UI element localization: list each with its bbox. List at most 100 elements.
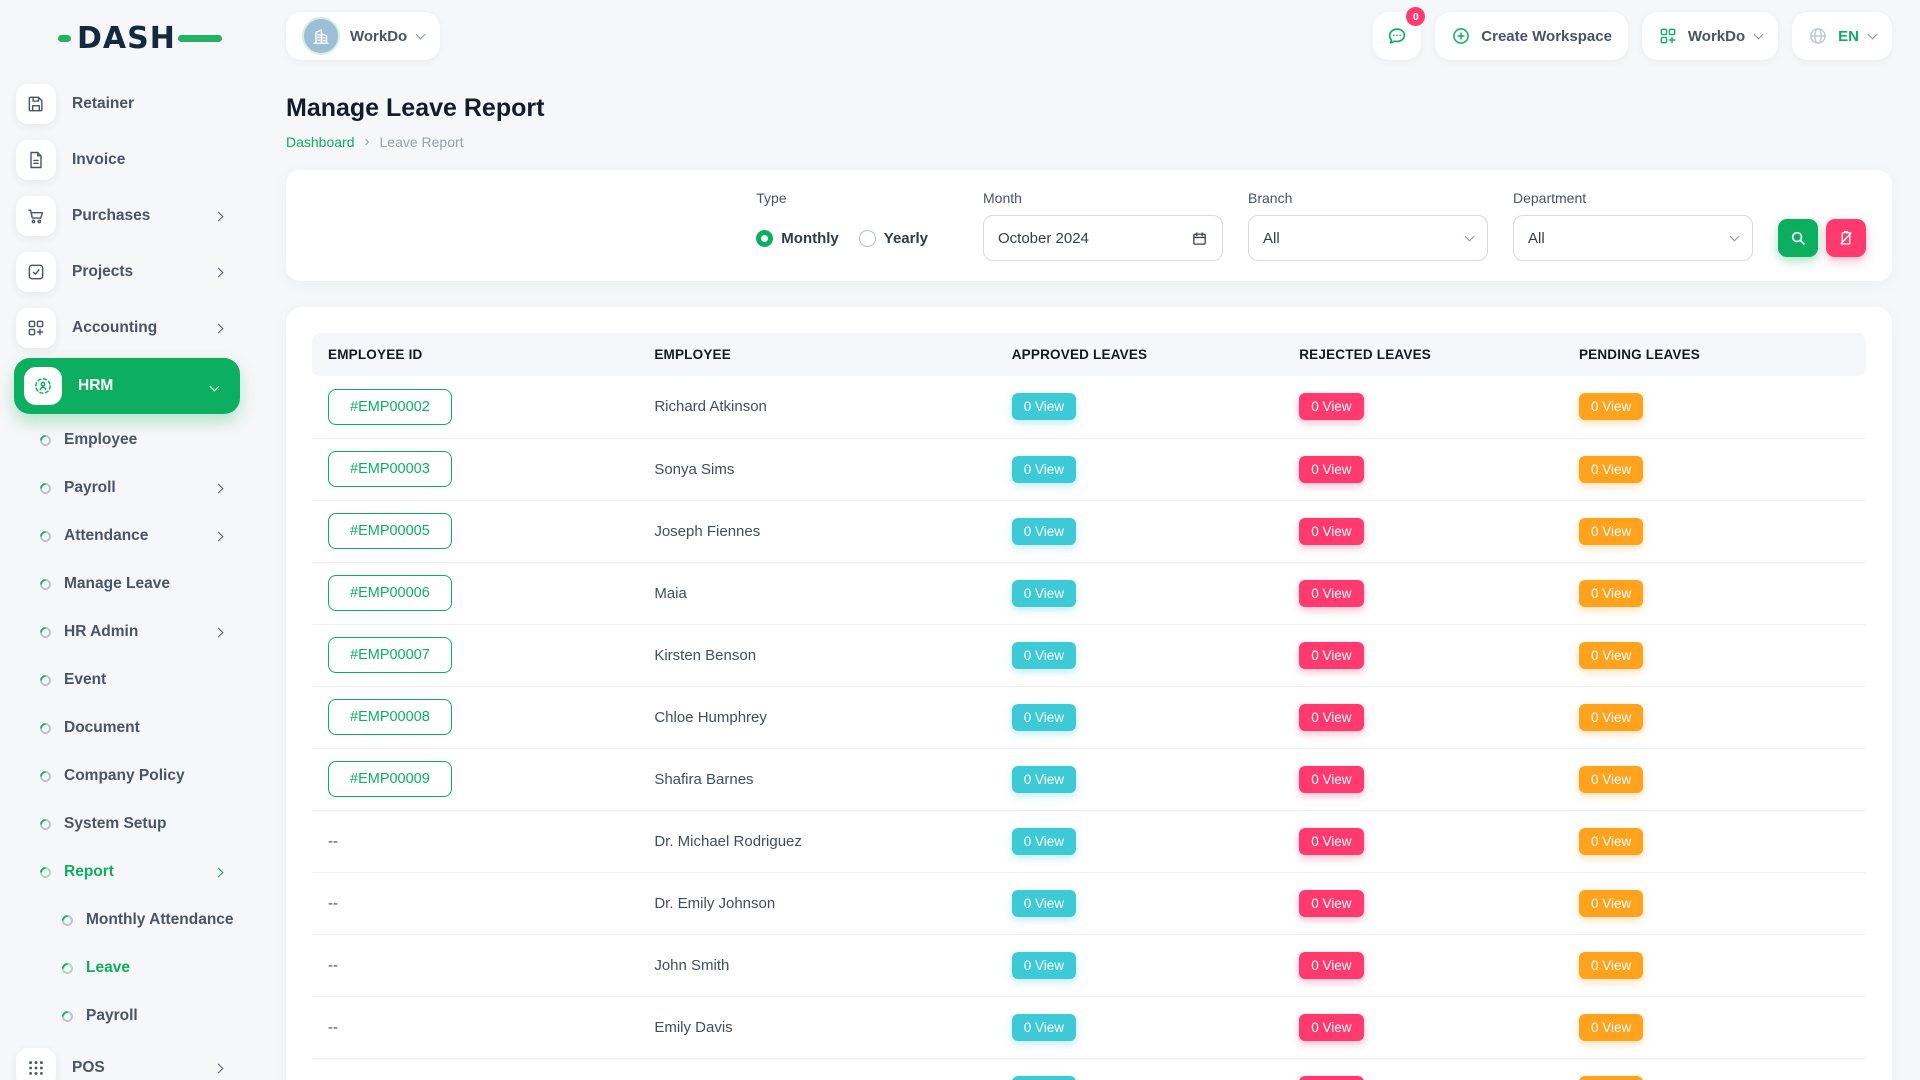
- sidebar-item[interactable]: POS: [0, 1040, 258, 1080]
- employee-id-badge[interactable]: #EMP00002: [328, 389, 452, 425]
- create-workspace-button[interactable]: Create Workspace: [1435, 12, 1628, 60]
- language-menu-button[interactable]: EN: [1792, 12, 1892, 60]
- employee-id-badge[interactable]: --: [328, 833, 338, 850]
- sidebar-item[interactable]: Event: [0, 656, 258, 704]
- approved-leaves-view-button[interactable]: 0 View: [1012, 1076, 1076, 1080]
- employee-id-badge[interactable]: --: [328, 957, 338, 974]
- app-root: DASH Retainer: [0, 0, 1920, 1080]
- employee-id-badge[interactable]: #EMP00005: [328, 513, 452, 549]
- sidebar-item[interactable]: Report: [0, 848, 258, 896]
- pending-leaves-view-button[interactable]: 0 View: [1579, 1014, 1643, 1041]
- sidebar-item[interactable]: Projects: [0, 244, 258, 300]
- approved-leaves-view-button[interactable]: 0 View: [1012, 952, 1076, 979]
- pending-leaves-view-button[interactable]: 0 View: [1579, 393, 1643, 420]
- rejected-leaves-view-button[interactable]: 0 View: [1299, 766, 1363, 793]
- sidebar-item[interactable]: Attendance: [0, 512, 258, 560]
- approved-leaves-view-button[interactable]: 0 View: [1012, 518, 1076, 545]
- approved-leaves-view-button[interactable]: 0 View: [1012, 890, 1076, 917]
- sidebar-item-label: System Setup: [64, 815, 167, 833]
- sidebar-item[interactable]: Accounting: [0, 300, 258, 356]
- employee-id-badge[interactable]: --: [328, 895, 338, 912]
- sidebar-item[interactable]: Employee: [0, 416, 258, 464]
- chevron-icon: [210, 381, 220, 391]
- apps-grid-icon: [1658, 26, 1678, 46]
- sidebar-item[interactable]: Manage Leave: [0, 560, 258, 608]
- workspace-avatar: [302, 17, 340, 55]
- type-filter-group: Type Monthly Yearly: [756, 190, 928, 261]
- pending-leaves-view-button[interactable]: 0 View: [1579, 766, 1643, 793]
- employee-id-badge[interactable]: #EMP00009: [328, 761, 452, 797]
- leave-report-table-card: EMPLOYEE ID EMPLOYEE APPROVED LEAVES REJ…: [286, 307, 1892, 1080]
- sidebar-item[interactable]: Document: [0, 704, 258, 752]
- employee-name: Emily Davis: [654, 1019, 732, 1036]
- employee-id-badge[interactable]: #EMP00008: [328, 699, 452, 735]
- approved-leaves-view-button[interactable]: 0 View: [1012, 766, 1076, 793]
- col-employee-id: EMPLOYEE ID: [312, 333, 638, 376]
- rejected-leaves-view-button[interactable]: 0 View: [1299, 1076, 1363, 1080]
- pending-leaves-view-button[interactable]: 0 View: [1579, 518, 1643, 545]
- employee-id-badge[interactable]: #EMP00006: [328, 575, 452, 611]
- type-radio-option[interactable]: Yearly: [859, 230, 928, 247]
- sidebar-item[interactable]: Company Policy: [0, 752, 258, 800]
- branch-select[interactable]: All: [1248, 215, 1488, 261]
- month-input[interactable]: October 2024: [983, 215, 1223, 261]
- logo-accent-dot: [58, 35, 71, 42]
- rejected-leaves-view-button[interactable]: 0 View: [1299, 1014, 1363, 1041]
- sidebar-item-label: HR Admin: [64, 623, 138, 641]
- sidebar-item[interactable]: Monthly Attendance: [0, 896, 258, 944]
- apps-menu-button[interactable]: WorkDo: [1642, 12, 1778, 60]
- rejected-leaves-view-button[interactable]: 0 View: [1299, 518, 1363, 545]
- rejected-leaves-view-button[interactable]: 0 View: [1299, 890, 1363, 917]
- pending-leaves-view-button[interactable]: 0 View: [1579, 828, 1643, 855]
- chevron-down-icon: [1465, 232, 1475, 242]
- col-employee: EMPLOYEE: [638, 333, 995, 376]
- sidebar: DASH Retainer: [0, 0, 258, 1080]
- rejected-leaves-view-button[interactable]: 0 View: [1299, 580, 1363, 607]
- approved-leaves-view-button[interactable]: 0 View: [1012, 1014, 1076, 1041]
- approved-leaves-view-button[interactable]: 0 View: [1012, 642, 1076, 669]
- sidebar-item[interactable]: HRM: [14, 358, 240, 414]
- reset-filter-button[interactable]: [1826, 219, 1866, 257]
- search-button[interactable]: [1778, 219, 1818, 257]
- sidebar-item-label: Document: [64, 719, 140, 737]
- employee-id-badge[interactable]: #EMP00007: [328, 637, 452, 673]
- logo-accent-bar: [178, 35, 222, 42]
- rejected-leaves-view-button[interactable]: 0 View: [1299, 456, 1363, 483]
- pending-leaves-view-button[interactable]: 0 View: [1579, 456, 1643, 483]
- breadcrumb-dashboard-link[interactable]: Dashboard: [286, 134, 355, 150]
- sidebar-item[interactable]: Payroll: [0, 992, 258, 1040]
- bullet-icon: [38, 624, 54, 640]
- sidebar-item[interactable]: Payroll: [0, 464, 258, 512]
- rejected-leaves-view-button[interactable]: 0 View: [1299, 828, 1363, 855]
- pending-leaves-view-button[interactable]: 0 View: [1579, 890, 1643, 917]
- pending-leaves-view-button[interactable]: 0 View: [1579, 1076, 1643, 1080]
- approved-leaves-view-button[interactable]: 0 View: [1012, 704, 1076, 731]
- sidebar-item[interactable]: HR Admin: [0, 608, 258, 656]
- type-radio-option[interactable]: Monthly: [756, 230, 839, 247]
- sidebar-item[interactable]: Invoice: [0, 132, 258, 188]
- sidebar-item[interactable]: System Setup: [0, 800, 258, 848]
- approved-leaves-view-button[interactable]: 0 View: [1012, 393, 1076, 420]
- rejected-leaves-view-button[interactable]: 0 View: [1299, 393, 1363, 420]
- employee-id-badge[interactable]: #EMP00003: [328, 451, 452, 487]
- sidebar-item[interactable]: Retainer: [0, 76, 258, 132]
- type-label: Type: [756, 190, 928, 206]
- workspace-switcher[interactable]: WorkDo: [286, 12, 440, 60]
- pending-leaves-view-button[interactable]: 0 View: [1579, 642, 1643, 669]
- pending-leaves-view-button[interactable]: 0 View: [1579, 952, 1643, 979]
- department-select[interactable]: All: [1513, 215, 1753, 261]
- sidebar-item[interactable]: Purchases: [0, 188, 258, 244]
- employee-id-badge[interactable]: --: [328, 1019, 338, 1036]
- sidebar-item-label: Leave: [86, 959, 130, 977]
- pending-leaves-view-button[interactable]: 0 View: [1579, 704, 1643, 731]
- rejected-leaves-view-button[interactable]: 0 View: [1299, 952, 1363, 979]
- approved-leaves-view-button[interactable]: 0 View: [1012, 580, 1076, 607]
- sidebar-item-label: POS: [72, 1059, 105, 1077]
- rejected-leaves-view-button[interactable]: 0 View: [1299, 642, 1363, 669]
- messages-button[interactable]: 0: [1373, 12, 1421, 60]
- approved-leaves-view-button[interactable]: 0 View: [1012, 456, 1076, 483]
- pending-leaves-view-button[interactable]: 0 View: [1579, 580, 1643, 607]
- approved-leaves-view-button[interactable]: 0 View: [1012, 828, 1076, 855]
- rejected-leaves-view-button[interactable]: 0 View: [1299, 704, 1363, 731]
- sidebar-item[interactable]: Leave: [0, 944, 258, 992]
